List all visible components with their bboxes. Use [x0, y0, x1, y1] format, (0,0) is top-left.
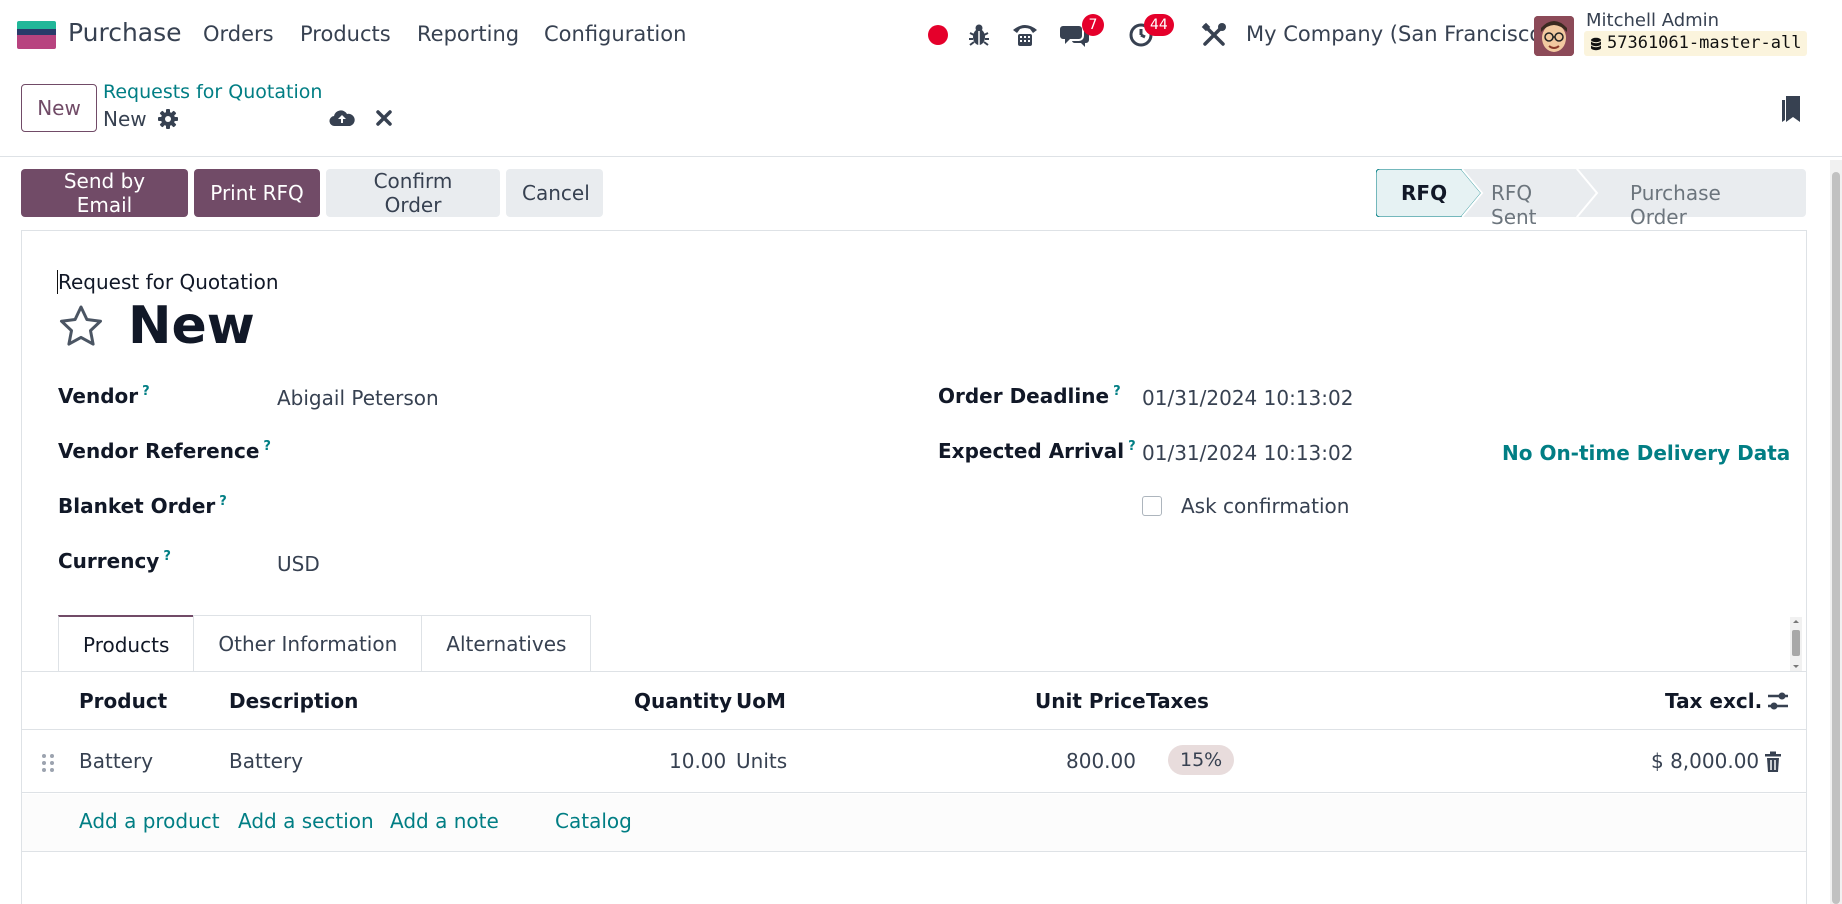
trash-icon[interactable]: [1763, 751, 1783, 773]
app-name[interactable]: Purchase: [68, 18, 182, 47]
gear-icon[interactable]: [157, 108, 179, 130]
col-unit-price[interactable]: Unit Price: [1035, 689, 1146, 713]
col-tax-excl[interactable]: Tax excl.: [1665, 689, 1762, 713]
row-uom[interactable]: Units: [736, 749, 787, 773]
page-scrollbar-thumb[interactable]: [1832, 172, 1840, 904]
app-menu-icon[interactable]: [17, 21, 56, 49]
phone-icon[interactable]: [1010, 20, 1040, 50]
col-uom[interactable]: UoM: [736, 689, 786, 713]
row-description[interactable]: Battery: [229, 749, 303, 773]
chat-badge: 7: [1082, 14, 1104, 36]
col-quantity[interactable]: Quantity: [634, 689, 732, 713]
drag-handle-icon[interactable]: [41, 753, 55, 773]
top-navbar: Purchase Orders Products Reporting Confi…: [0, 0, 1842, 70]
confirm-order-button[interactable]: Confirm Order: [326, 169, 500, 217]
database-chip: 57361061-master-all: [1584, 31, 1808, 56]
bug-icon[interactable]: [964, 20, 994, 50]
currency-field[interactable]: USD: [277, 552, 320, 576]
column-settings-icon[interactable]: [1766, 689, 1790, 713]
col-taxes[interactable]: Taxes: [1146, 689, 1209, 713]
row-tax-badge[interactable]: 15%: [1168, 745, 1235, 775]
currency-help-icon[interactable]: ?: [163, 549, 171, 564]
control-panel: New Requests for Quotation New: [0, 70, 1842, 157]
order-deadline-help-icon[interactable]: ?: [1113, 384, 1121, 399]
add-note-link[interactable]: Add a note: [390, 809, 499, 833]
ask-confirmation-checkbox[interactable]: [1142, 496, 1162, 516]
page-scrollbar[interactable]: [1830, 160, 1842, 904]
cancel-button[interactable]: Cancel: [506, 169, 603, 217]
add-lines-row: Add a product Add a section Add a note C…: [22, 794, 1806, 852]
stage-rfq[interactable]: RFQ: [1401, 181, 1447, 205]
table-row[interactable]: Battery Battery 10.00 Units 800.00 15% $…: [22, 731, 1806, 793]
tools-icon[interactable]: [1199, 20, 1229, 50]
row-quantity[interactable]: 10.00: [669, 749, 726, 773]
print-rfq-button[interactable]: Print RFQ: [194, 169, 320, 217]
activity-badge: 44: [1144, 14, 1174, 36]
vendor-field[interactable]: Abigail Peterson: [277, 386, 439, 410]
bookmark-icon[interactable]: [1778, 94, 1806, 126]
breadcrumb-rfq[interactable]: Requests for Quotation: [103, 81, 322, 103]
add-product-link[interactable]: Add a product: [79, 809, 220, 833]
user-name[interactable]: Mitchell Admin: [1586, 10, 1719, 31]
expected-arrival-help-icon[interactable]: ?: [1128, 439, 1136, 454]
vendor-help-icon[interactable]: ?: [142, 384, 150, 399]
currency-label: Currency?: [58, 549, 171, 573]
discard-close-icon[interactable]: [373, 107, 395, 129]
company-switcher[interactable]: My Company (San Francisco): [1246, 22, 1550, 46]
order-deadline-label: Order Deadline?: [938, 384, 1121, 408]
order-deadline-field[interactable]: 01/31/2024 10:13:02: [1142, 386, 1353, 410]
form-type-label: Request for Quotation: [58, 270, 279, 294]
menu-configuration[interactable]: Configuration: [544, 22, 686, 46]
recording-icon[interactable]: [928, 25, 948, 45]
col-product[interactable]: Product: [79, 689, 167, 713]
menu-products[interactable]: Products: [300, 22, 391, 46]
catalog-link[interactable]: Catalog: [555, 809, 632, 833]
col-description[interactable]: Description: [229, 689, 358, 713]
row-unit-price[interactable]: 800.00: [1066, 749, 1136, 773]
menu-reporting[interactable]: Reporting: [417, 22, 519, 46]
database-name: 57361061-master-all: [1607, 33, 1802, 53]
vendor-reference-help-icon[interactable]: ?: [263, 439, 271, 454]
on-time-delivery-link[interactable]: No On-time Delivery Data: [1502, 441, 1790, 465]
breadcrumb-current: New: [103, 107, 147, 131]
blanket-order-field[interactable]: [277, 496, 877, 522]
blanket-order-label: Blanket Order?: [58, 494, 227, 518]
user-avatar[interactable]: [1534, 16, 1574, 56]
tab-other-information[interactable]: Other Information: [193, 615, 423, 672]
tabs-scrollbar[interactable]: [1790, 617, 1802, 671]
save-cloud-icon[interactable]: [329, 107, 355, 129]
database-icon: [1591, 37, 1601, 50]
expected-arrival-label: Expected Arrival?: [938, 439, 1136, 463]
add-section-link[interactable]: Add a section: [238, 809, 374, 833]
order-lines-header: Product Description Quantity UoM Unit Pr…: [22, 672, 1806, 730]
record-title[interactable]: New: [128, 296, 255, 356]
vendor-reference-field[interactable]: [277, 441, 877, 467]
vendor-label: Vendor?: [58, 384, 150, 408]
menu-orders[interactable]: Orders: [203, 22, 274, 46]
stage-rfq-sent[interactable]: RFQ Sent: [1491, 181, 1537, 229]
tab-products[interactable]: Products: [58, 615, 195, 672]
priority-star-icon[interactable]: [57, 303, 105, 351]
tab-alternatives[interactable]: Alternatives: [421, 615, 592, 672]
expected-arrival-field[interactable]: 01/31/2024 10:13:02: [1142, 441, 1353, 465]
row-product[interactable]: Battery: [79, 749, 153, 773]
notebook-tabs: Products Other Information Alternatives: [58, 615, 592, 672]
stage-purchase-order[interactable]: Purchase Order: [1630, 181, 1721, 229]
send-by-email-button[interactable]: Send by Email: [21, 169, 188, 217]
new-record-button[interactable]: New: [21, 84, 97, 132]
ask-confirmation-label[interactable]: Ask confirmation: [1181, 494, 1349, 518]
row-tax-excl: $ 8,000.00: [1651, 749, 1760, 773]
vendor-reference-label: Vendor Reference?: [58, 439, 271, 463]
blanket-order-help-icon[interactable]: ?: [219, 494, 227, 509]
